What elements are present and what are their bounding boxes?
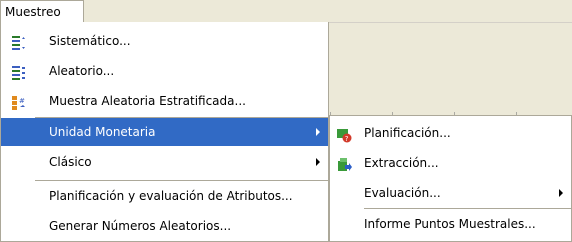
menu-item-aleatorio[interactable]: Aleatorio... (1, 57, 328, 85)
menu-item-label: Extracción... (364, 156, 439, 170)
planning-icon: ? (336, 125, 352, 143)
menu-item-label: Muestra Aleatoria Estratificada... (49, 94, 246, 108)
menu-muestreo[interactable]: Muestreo (0, 0, 84, 22)
menu-separator (364, 208, 571, 209)
menu-item-unidad-monetaria[interactable]: Unidad Monetaria (1, 118, 328, 146)
menu-item-label: Unidad Monetaria (49, 125, 156, 139)
menu-item-label: Planificación y evaluación de Atributos.… (49, 189, 293, 203)
submenu-arrow-icon (559, 189, 563, 197)
submenu-item-extraccion[interactable]: Extracción... (330, 149, 571, 177)
menu-item-label: Sistemático... (49, 34, 131, 48)
menu-bar: Muestreo (0, 0, 572, 23)
menu-separator (35, 180, 328, 181)
submenu-arrow-icon (316, 128, 320, 136)
menu-item-label: Aleatorio... (49, 64, 115, 78)
submenu-item-evaluacion[interactable]: Evaluación... (330, 179, 571, 207)
unidad-monetaria-submenu: ? Planificación... Extracción... Evaluac… (329, 115, 572, 242)
muestreo-dropdown-menu: Sistemático... Aleatorio... # Muestra Al… (0, 22, 329, 242)
systematic-sampling-icon (11, 33, 27, 50)
menu-item-sistematico[interactable]: Sistemático... (1, 27, 328, 55)
extraction-icon (336, 155, 352, 171)
menu-item-planificacion-atributos[interactable]: Planificación y evaluación de Atributos.… (1, 182, 328, 210)
submenu-item-informe-puntos[interactable]: Informe Puntos Muestrales... (330, 210, 571, 238)
random-sampling-icon (11, 63, 27, 80)
submenu-arrow-icon (316, 158, 320, 166)
menu-item-label: Generar Números Aleatorios... (49, 219, 232, 233)
svg-text:?: ? (345, 135, 349, 143)
menu-item-generar-numeros[interactable]: Generar Números Aleatorios... (1, 212, 328, 240)
menu-item-label: Informe Puntos Muestrales... (364, 217, 536, 231)
menu-item-muestra-estratificada[interactable]: # Muestra Aleatoria Estratificada... (1, 87, 328, 115)
menu-item-clasico[interactable]: Clásico (1, 148, 328, 176)
menu-item-label: Planificación... (364, 126, 451, 140)
menu-item-label: Clásico (49, 155, 92, 169)
svg-text:#: # (19, 97, 25, 105)
stratified-sampling-icon: # (11, 93, 27, 110)
submenu-item-planificacion[interactable]: ? Planificación... (330, 119, 571, 147)
menu-item-label: Evaluación... (364, 186, 441, 200)
